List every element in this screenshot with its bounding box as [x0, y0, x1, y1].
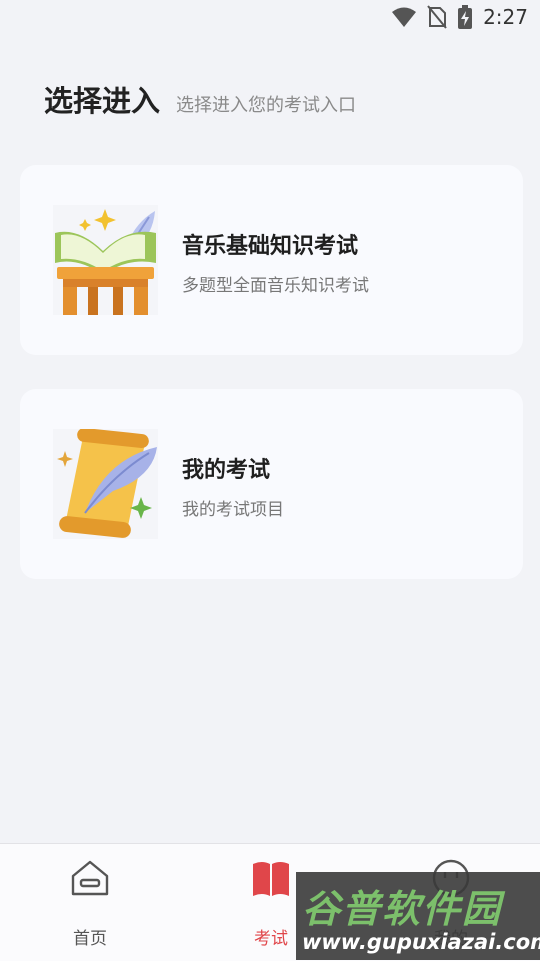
site-watermark: 谷普软件园 www.gupuxiazai.com	[296, 872, 540, 960]
watermark-url: www.gupuxiazai.com	[302, 930, 540, 954]
scroll-quill-image	[53, 429, 158, 539]
battery-charging-icon	[458, 5, 473, 29]
book-icon	[253, 862, 289, 896]
page-subtitle: 选择进入您的考试入口	[176, 95, 357, 116]
tab-home[interactable]: 首页	[30, 844, 150, 961]
page-title: 选择进入	[44, 84, 161, 118]
card-description: 我的考试项目	[182, 500, 284, 520]
no-sim-icon	[427, 5, 447, 29]
status-icons: 2:27	[391, 5, 528, 29]
watermark-title: 谷普软件园	[302, 887, 503, 931]
book-on-stand-image	[53, 205, 158, 315]
exam-entry-card-my-exams[interactable]: 我的考试 我的考试项目	[20, 389, 523, 579]
wifi-icon	[392, 7, 417, 27]
status-bar: 2:27	[0, 0, 540, 36]
home-icon	[71, 860, 109, 896]
card-description: 多题型全面音乐知识考试	[182, 276, 369, 296]
page-header: 选择进入 选择进入您的考试入口	[44, 78, 356, 120]
exam-entry-card-music-basics[interactable]: 音乐基础知识考试 多题型全面音乐知识考试	[20, 165, 523, 355]
tab-label: 首页	[73, 929, 107, 949]
status-time: 2:27	[483, 5, 528, 29]
card-title: 音乐基础知识考试	[182, 234, 359, 259]
card-title: 我的考试	[182, 458, 271, 483]
